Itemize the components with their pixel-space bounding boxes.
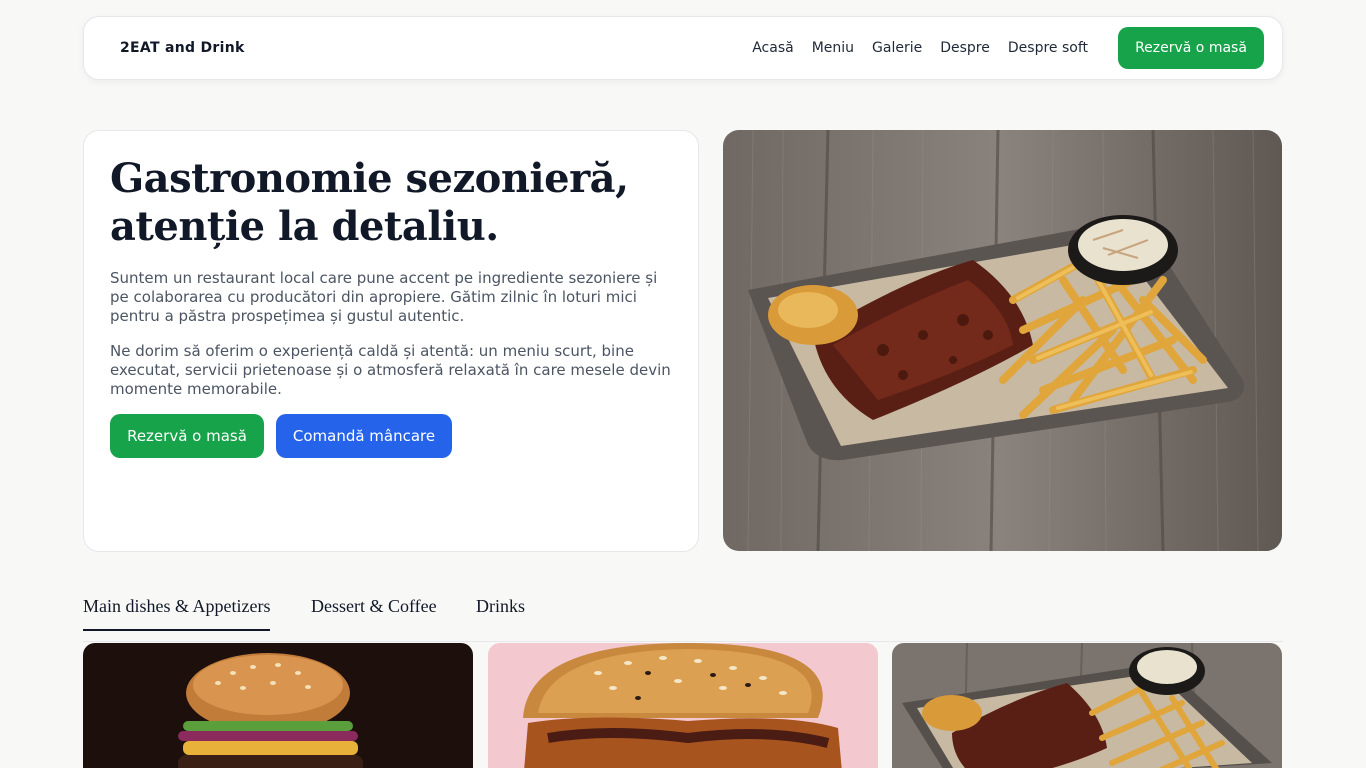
burger-image — [83, 643, 473, 768]
menu-tabs: Main dishes & Appetizers Dessert & Coffe… — [83, 596, 1283, 642]
ribs-card-image — [892, 643, 1282, 768]
hero-food-image — [723, 130, 1282, 551]
nav-link-acasa[interactable]: Acasă — [752, 40, 793, 56]
hero-order-button[interactable]: Comandă mâncare — [276, 414, 452, 458]
nav-link-despre-soft[interactable]: Despre soft — [1008, 40, 1088, 56]
site-header: 2EAT and Drink Acasă Meniu Galerie Despr… — [83, 16, 1283, 80]
main-nav: Acasă Meniu Galerie Despre Despre soft R… — [752, 27, 1264, 69]
chicken-burger-image — [488, 643, 878, 768]
menu-card-burger[interactable] — [83, 643, 473, 768]
hero-title-line2: atenție la detaliu. — [110, 203, 499, 250]
hero-actions: Rezervă o masă Comandă mâncare — [110, 414, 452, 458]
menu-card-chicken-burger[interactable] — [488, 643, 878, 768]
brand-logo-text[interactable]: 2EAT and Drink — [120, 40, 245, 56]
hero-card: Gastronomie sezonieră, atenție la detali… — [83, 130, 699, 552]
nav-link-despre[interactable]: Despre — [940, 40, 990, 56]
header-reserve-button[interactable]: Rezervă o masă — [1118, 27, 1264, 69]
ribs-fries-illustration — [723, 130, 1282, 551]
hero-reserve-button[interactable]: Rezervă o masă — [110, 414, 264, 458]
hero-paragraph-2: Ne dorim să oferim o experiență caldă și… — [110, 342, 671, 398]
menu-card-ribs[interactable] — [892, 643, 1282, 768]
tab-main-dishes[interactable]: Main dishes & Appetizers — [83, 596, 271, 631]
hero-paragraph-1: Suntem un restaurant local care pune acc… — [110, 269, 658, 325]
hero-title-line1: Gastronomie sezonieră, — [110, 155, 629, 202]
nav-link-meniu[interactable]: Meniu — [812, 40, 854, 56]
tab-dessert-coffee[interactable]: Dessert & Coffee — [311, 596, 437, 629]
nav-link-galerie[interactable]: Galerie — [872, 40, 922, 56]
tab-drinks[interactable]: Drinks — [476, 596, 525, 629]
hero-title: Gastronomie sezonieră, atenție la detali… — [110, 155, 670, 251]
